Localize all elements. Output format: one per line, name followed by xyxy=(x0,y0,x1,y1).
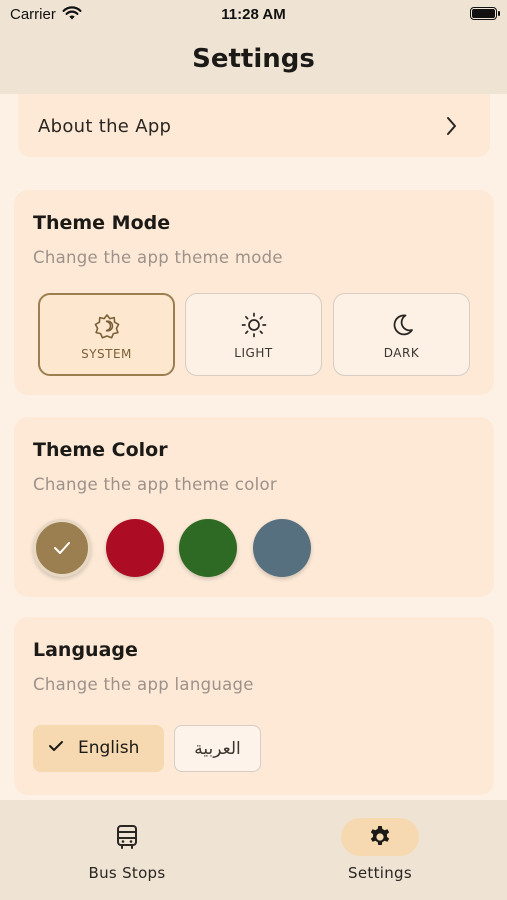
moon-icon xyxy=(334,312,469,342)
color-swatch-brown[interactable] xyxy=(33,519,91,577)
chevron-right-icon xyxy=(446,116,458,140)
auto-brightness-icon xyxy=(40,313,173,343)
check-icon xyxy=(48,738,64,758)
tab-settings-label: Settings xyxy=(348,864,412,882)
theme-mode-card: Theme Mode Change the app theme mode SYS… xyxy=(14,190,494,395)
language-title: Language xyxy=(33,639,138,661)
theme-mode-dark-label: DARK xyxy=(383,346,420,360)
color-swatch-green[interactable] xyxy=(179,519,237,577)
theme-color-title: Theme Color xyxy=(33,439,168,461)
language-subtitle: Change the app language xyxy=(33,675,254,694)
battery-icon xyxy=(470,7,500,20)
theme-mode-system-label: SYSTEM xyxy=(81,347,132,361)
about-app-label: About the App xyxy=(38,116,172,137)
tab-bus-stops[interactable]: Bus Stops xyxy=(47,800,207,900)
theme-mode-subtitle: Change the app theme mode xyxy=(33,248,283,267)
about-app-row[interactable]: About the App xyxy=(18,94,490,157)
language-english-label: English xyxy=(78,738,140,758)
theme-color-card: Theme Color Change the app theme color xyxy=(14,417,494,597)
navigation-bar: Settings xyxy=(0,30,507,94)
status-time: 11:28 AM xyxy=(221,6,286,23)
color-swatch-red[interactable] xyxy=(106,519,164,577)
color-swatch-slate[interactable] xyxy=(253,519,311,577)
language-arabic-label: العربية xyxy=(194,739,241,759)
language-card: Language Change the app language English… xyxy=(14,617,494,795)
bus-icon xyxy=(88,818,166,856)
settings-content[interactable]: About the App Theme Mode Change the app … xyxy=(0,94,507,800)
sun-icon xyxy=(186,312,321,342)
theme-color-subtitle: Change the app theme color xyxy=(33,475,278,494)
status-bar: Carrier 11:28 AM xyxy=(0,0,507,30)
tab-bus-stops-label: Bus Stops xyxy=(88,864,166,882)
theme-mode-dark-button[interactable]: DARK xyxy=(333,293,470,376)
language-arabic-button[interactable]: العربية xyxy=(174,725,261,772)
theme-mode-title: Theme Mode xyxy=(33,212,171,234)
page-title: Settings xyxy=(192,44,315,74)
gear-icon xyxy=(341,818,419,856)
check-icon xyxy=(36,522,88,574)
theme-mode-system-button[interactable]: SYSTEM xyxy=(38,293,175,376)
tab-settings[interactable]: Settings xyxy=(300,800,460,900)
language-english-button[interactable]: English xyxy=(33,725,164,772)
theme-mode-light-button[interactable]: LIGHT xyxy=(185,293,322,376)
theme-mode-light-label: LIGHT xyxy=(234,346,273,360)
tab-bar: Bus Stops Settings xyxy=(0,800,507,900)
